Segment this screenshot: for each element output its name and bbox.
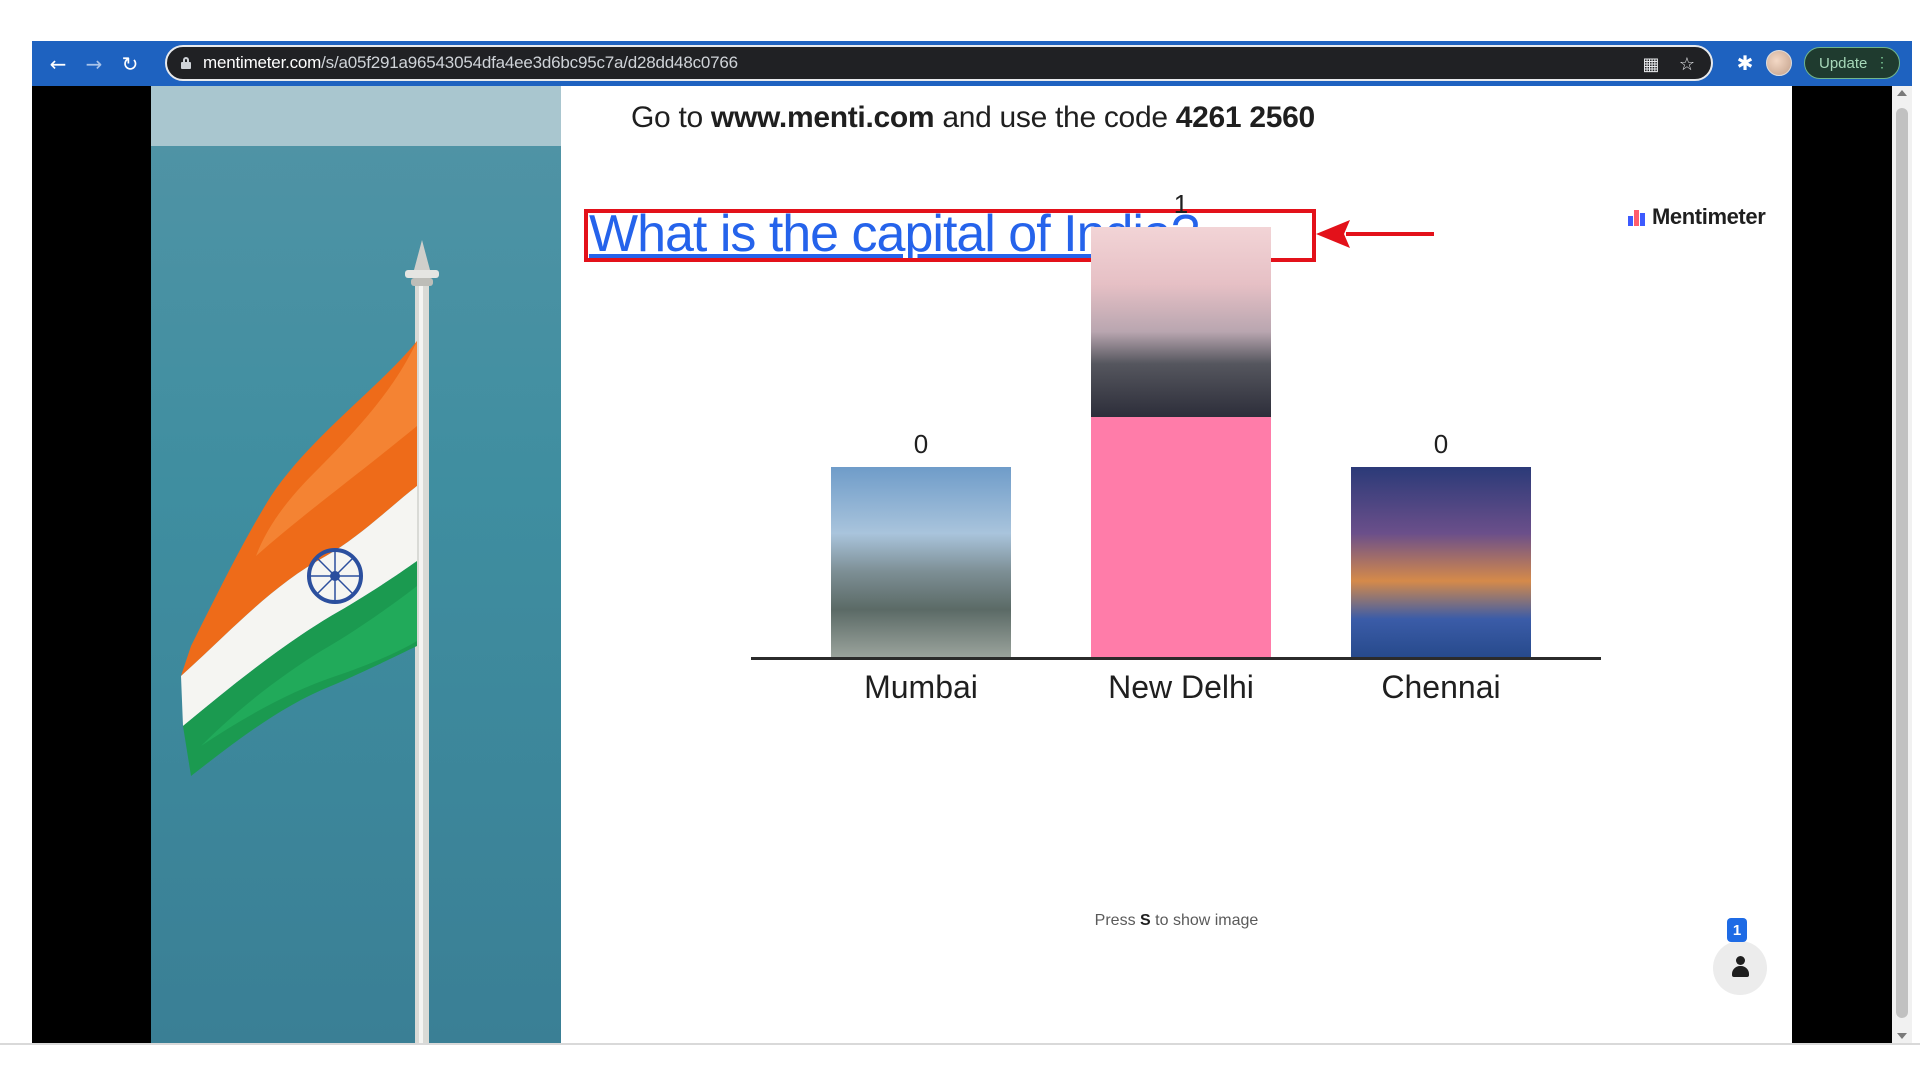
join-code: 4261 2560 [1175, 101, 1315, 134]
menu-dots-icon[interactable]: ⋮ [1875, 54, 1889, 71]
bar-category-label: Mumbai [864, 669, 978, 705]
apps-icon[interactable]: ▦ [1639, 52, 1663, 76]
chart-baseline [751, 657, 1601, 660]
bar-value-label: 0 [1433, 429, 1449, 459]
scroll-down-icon[interactable] [1897, 1033, 1907, 1039]
join-middle: and use the code [942, 101, 1168, 134]
participant-count-badge: 1 [1727, 918, 1747, 942]
results-bar-chart: 0 Mumbai 1 New Delhi 0 Chennai [751, 189, 1601, 776]
forward-icon[interactable]: → [76, 46, 112, 82]
window-bottom-edge [0, 1043, 1920, 1045]
mentimeter-logo-icon [1628, 208, 1646, 226]
address-bar[interactable]: mentimeter.com/s/a05f291a96543054dfa4ee3… [165, 45, 1713, 81]
lock-icon[interactable] [181, 57, 191, 69]
url-path: /s/a05f291a96543054dfa4ee3d6bc95c7a/d28d… [321, 53, 738, 72]
extensions-icon[interactable]: ✱ [1732, 50, 1758, 76]
image-hint: Press S to show image [561, 912, 1792, 930]
bar-category-label: New Delhi [1108, 669, 1254, 705]
indian-flag-on-pole [181, 240, 439, 1043]
scrollbar[interactable] [1892, 86, 1912, 1043]
url-text[interactable]: mentimeter.com/s/a05f291a96543054dfa4ee3… [203, 53, 738, 73]
flag-image [151, 86, 561, 1043]
option-image [1351, 467, 1531, 657]
option-image [831, 467, 1011, 657]
star-icon[interactable]: ☆ [1675, 52, 1699, 76]
browser-toolbar: ← → ↻ mentimeter.com/s/a05f291a96543054d… [32, 41, 1912, 86]
person-icon [1732, 956, 1749, 980]
sky-band [151, 86, 561, 146]
join-site: www.menti.com [710, 101, 935, 134]
bar-value-label: 0 [913, 429, 929, 459]
update-button[interactable]: Update ⋮ [1804, 47, 1900, 79]
scroll-up-icon[interactable] [1897, 90, 1907, 96]
avatar[interactable] [1766, 50, 1792, 76]
brand-name: Mentimeter [1652, 204, 1766, 229]
presentation-slide: Go to www.menti.com and use the code 426… [561, 86, 1792, 1043]
bar-value-label: 1 [1173, 189, 1189, 219]
update-label: Update [1819, 54, 1868, 72]
url-domain: mentimeter.com [203, 53, 322, 72]
join-prefix: Go to [631, 101, 703, 134]
option-image [1091, 227, 1271, 417]
hint-prefix: Press [1094, 912, 1136, 929]
bar-category-label: Chennai [1381, 669, 1501, 705]
reload-icon[interactable]: ↻ [112, 46, 148, 82]
hint-suffix: to show image [1155, 912, 1259, 929]
annotation-arrow-icon [1316, 220, 1434, 248]
mentimeter-logo: Mentimeter [1628, 204, 1766, 230]
participants-button[interactable] [1713, 941, 1767, 995]
join-instruction: Go to www.menti.com and use the code 426… [631, 101, 1315, 135]
hint-key: S [1140, 912, 1151, 929]
scrollbar-thumb[interactable] [1896, 108, 1908, 1018]
bar-fill [1091, 417, 1271, 657]
back-icon[interactable]: ← [40, 46, 76, 82]
